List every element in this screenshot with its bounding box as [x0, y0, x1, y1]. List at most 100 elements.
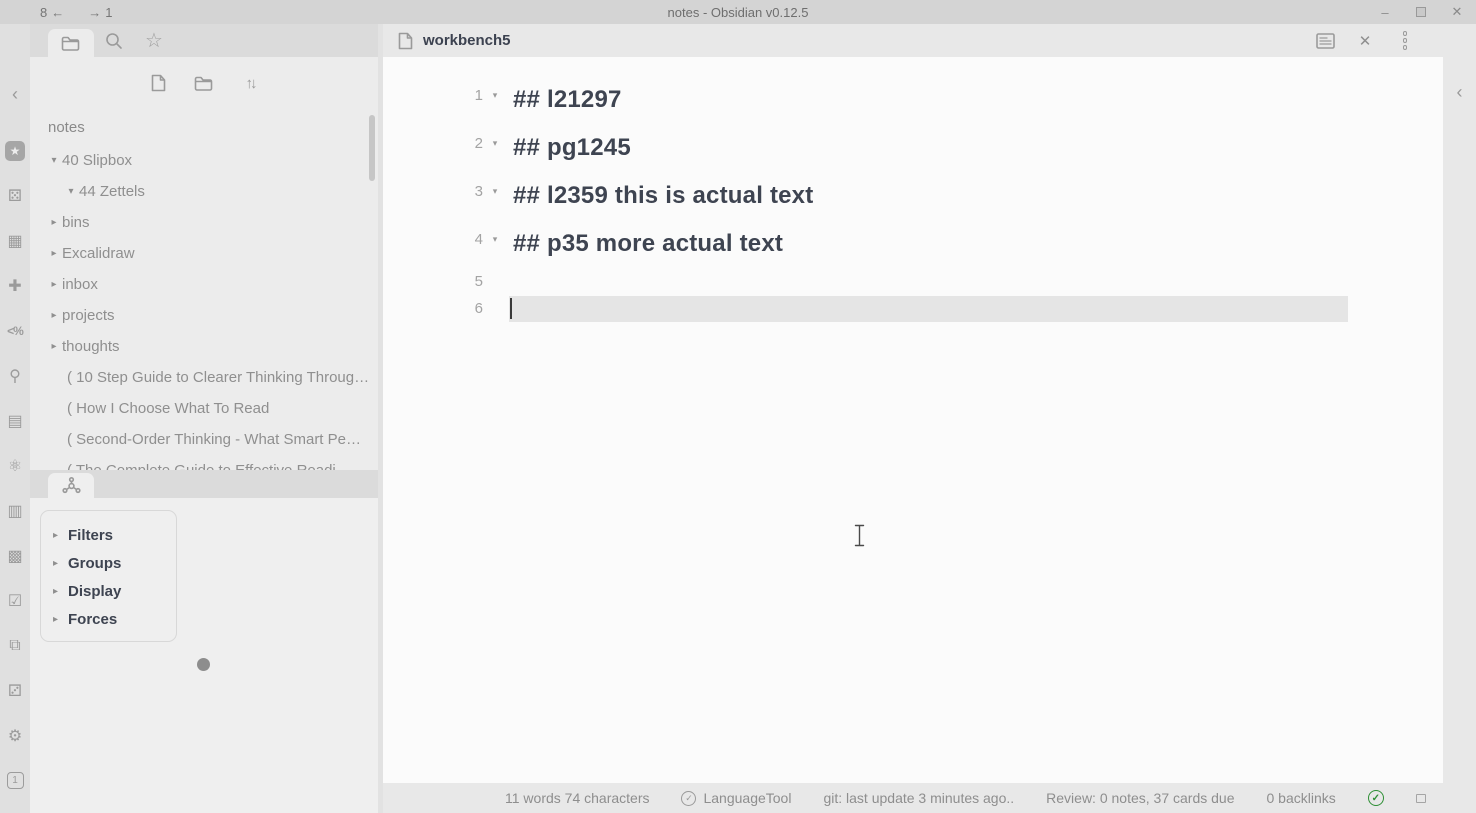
text-caret	[510, 298, 512, 319]
table-icon[interactable]: ▦	[0, 218, 30, 263]
graph-icon	[62, 477, 81, 495]
templater-icon[interactable]: <%	[0, 308, 30, 353]
fold-arrow-icon[interactable]: ▾	[483, 138, 507, 149]
tree-file[interactable]: ( How I Choose What To Read	[30, 393, 378, 424]
graph-panel-tabstrip	[30, 470, 378, 498]
line-number: 6	[383, 300, 483, 317]
tree-folder-projects[interactable]: ▸projects	[30, 300, 378, 331]
tree-label: ( How I Choose What To Read	[67, 400, 269, 417]
review-calendar-icon[interactable]: ☑	[0, 578, 30, 623]
chevron-down-icon: ▾	[46, 155, 62, 166]
close-note-button[interactable]: ✕	[1355, 31, 1375, 51]
chevron-right-icon: ▸	[46, 279, 62, 290]
tree-label: Excalidraw	[62, 245, 135, 262]
backlinks-count[interactable]: 0 backlinks	[1267, 790, 1336, 806]
maximize-button[interactable]	[1410, 5, 1432, 20]
graph-view-icon[interactable]: ⚛	[0, 443, 30, 488]
tree-file[interactable]: ( Second-Order Thinking - What Smart Pe…	[30, 424, 378, 455]
sidebar-tabstrip: ☆	[30, 24, 378, 57]
window-controls: – ✕	[1374, 4, 1468, 20]
git-status[interactable]: git: last update 3 minutes ago..	[823, 790, 1014, 806]
section-label: Forces	[68, 611, 117, 628]
heading-text[interactable]: ## p35 more actual text	[513, 230, 783, 258]
minimize-button[interactable]: –	[1374, 5, 1396, 20]
audio-recorder-icon[interactable]: ⚲	[0, 353, 30, 398]
collapse-left-sidebar-button[interactable]: ‹	[0, 84, 30, 105]
sort-order-button[interactable]: ↑↓	[239, 72, 261, 94]
card-stack-icon[interactable]: ▥	[0, 488, 30, 533]
chevron-right-icon: ▸	[53, 530, 68, 541]
graph-node[interactable]	[197, 658, 210, 671]
tree-label: bins	[62, 214, 90, 231]
graph-section-groups[interactable]: ▸Groups	[53, 549, 176, 577]
file-tree: ▾40 Slipbox ▾44 Zettels ▸bins ▸Excalidra…	[30, 145, 378, 470]
tab-search[interactable]	[94, 24, 134, 57]
tree-label: inbox	[62, 276, 98, 293]
expand-right-sidebar-button[interactable]: ‹	[1443, 82, 1476, 103]
save-status[interactable]	[1416, 794, 1426, 803]
tree-label: 44 Zettels	[79, 183, 145, 200]
tree-file[interactable]: ( The Complete Guide to Effective Readi…	[30, 455, 378, 470]
graph-section-display[interactable]: ▸Display	[53, 577, 176, 605]
slides-icon[interactable]: ▤	[0, 398, 30, 443]
review-status[interactable]: Review: 0 notes, 37 cards due	[1046, 790, 1234, 806]
save-status-icon	[1416, 794, 1426, 803]
daily-note-icon[interactable]: 1	[0, 758, 30, 803]
random-note-dice-icon[interactable]: ⚄	[0, 173, 30, 218]
active-line-highlight[interactable]	[509, 296, 1348, 322]
editor-line-3: 3▾## l2359 this is actual text	[383, 172, 1443, 220]
dice-icon[interactable]: ⚂	[0, 668, 30, 713]
tree-folder-44-zettels[interactable]: ▾44 Zettels	[30, 176, 378, 207]
line-number: 4	[383, 231, 483, 248]
editor-line-4: 4▾ ## p35 more actual text	[383, 220, 1443, 268]
section-label: Filters	[68, 527, 113, 544]
copy-documents-icon[interactable]: ⧉	[0, 623, 30, 668]
line-number: 2	[383, 135, 483, 152]
table-settings-icon[interactable]: ⚙	[0, 713, 30, 758]
heading-text[interactable]: ## l2359 this is actual text	[513, 182, 813, 210]
starred-note-icon[interactable]: ★	[0, 128, 30, 173]
line-number: 1	[383, 87, 483, 104]
chevron-right-icon: ▸	[46, 341, 62, 352]
graph-controls-pane: ▸Filters ▸Groups ▸Display ▸Forces	[30, 498, 378, 813]
tab-file-explorer[interactable]	[48, 29, 94, 57]
graph-section-filters[interactable]: ▸Filters	[53, 521, 176, 549]
close-window-button[interactable]: ✕	[1446, 4, 1468, 20]
editor-content[interactable]: 1▾## l21297 2▾## pg1245 3▾## l2359 this …	[383, 57, 1443, 783]
editor-pane: workbench5 ✕ 1▾## l21297 2▾## pg1245 3▾#…	[383, 24, 1443, 783]
star-icon: ☆	[145, 28, 163, 53]
sync-status[interactable]: ✓	[1368, 790, 1384, 806]
explorer-actions: ↑↓	[30, 67, 378, 99]
tab-graph-controls[interactable]	[48, 473, 94, 498]
reading-mode-icon	[1316, 33, 1335, 49]
chevron-down-icon: ▾	[63, 186, 79, 197]
line-number: 5	[383, 273, 483, 290]
tree-folder-inbox[interactable]: ▸inbox	[30, 269, 378, 300]
heading-text[interactable]: ## l21297	[513, 86, 622, 114]
chevron-right-icon: ▸	[46, 248, 62, 259]
chevron-right-icon: ▸	[53, 614, 68, 625]
graph-section-forces[interactable]: ▸Forces	[53, 605, 176, 633]
tree-folder-bins[interactable]: ▸bins	[30, 207, 378, 238]
explorer-scrollbar-thumb[interactable]	[369, 115, 375, 181]
tree-folder-thoughts[interactable]: ▸thoughts	[30, 331, 378, 362]
fold-arrow-icon[interactable]: ▾	[483, 186, 507, 197]
fold-arrow-icon[interactable]: ▾	[483, 234, 507, 245]
chevron-right-icon: ▸	[53, 586, 68, 597]
tab-starred[interactable]: ☆	[134, 24, 174, 57]
new-folder-button[interactable]	[193, 72, 215, 94]
heading-text[interactable]: ## pg1245	[513, 134, 631, 162]
new-note-button[interactable]	[147, 72, 169, 94]
sync-check-icon: ✓	[1368, 790, 1384, 806]
fold-arrow-icon[interactable]: ▾	[483, 90, 507, 101]
tree-file[interactable]: ( 10 Step Guide to Clearer Thinking Thro…	[30, 362, 378, 393]
graph-expand-icon[interactable]: ✚	[0, 263, 30, 308]
languagetool-status[interactable]: ✓ LanguageTool	[681, 790, 791, 806]
preview-mode-button[interactable]	[1315, 31, 1335, 51]
window-title: notes - Obsidian v0.12.5	[0, 5, 1476, 20]
more-options-button[interactable]	[1395, 31, 1415, 51]
tree-folder-excalidraw[interactable]: ▸Excalidraw	[30, 238, 378, 269]
tree-folder-40-slipbox[interactable]: ▾40 Slipbox	[30, 145, 378, 176]
blocks-icon[interactable]: ▩	[0, 533, 30, 578]
tree-label: projects	[62, 307, 115, 324]
